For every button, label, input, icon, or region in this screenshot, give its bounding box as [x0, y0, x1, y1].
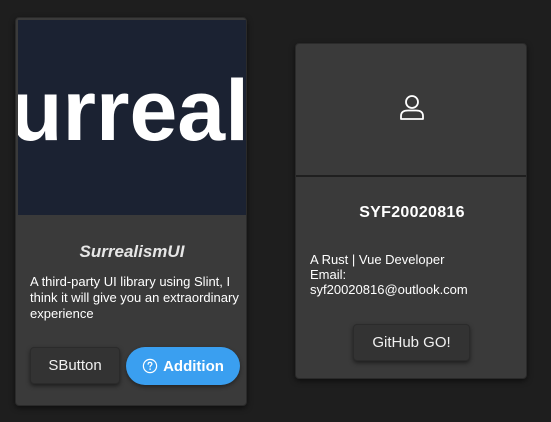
- help-circle-icon: [142, 358, 158, 374]
- profile-bio: A Rust | Vue Developer Email: syf2002081…: [310, 252, 520, 297]
- product-card: urreali SurrealismUI A third-party UI li…: [15, 17, 247, 406]
- banner-logo-text: urreali: [18, 68, 246, 154]
- addition-label: Addition: [163, 357, 224, 375]
- user-icon: [397, 92, 427, 127]
- avatar: [296, 44, 526, 175]
- banner-image: urreali: [18, 20, 246, 215]
- avatar-divider: [296, 175, 526, 177]
- username: SYF20020816: [359, 204, 465, 221]
- github-button-label: GitHub GO!: [372, 334, 451, 351]
- sbutton-label: SButton: [48, 357, 102, 374]
- app-canvas: urreali SurrealismUI A third-party UI li…: [0, 0, 551, 422]
- profile-card: SYF20020816 A Rust | Vue Developer Email…: [295, 43, 527, 379]
- card-description: A third-party UI library using Slint, I …: [30, 274, 239, 321]
- bio-email-value: syf20020816@outlook.com: [310, 282, 468, 297]
- bio-role: A Rust | Vue Developer: [310, 252, 445, 267]
- bio-email-label: Email:: [310, 267, 347, 282]
- banner-text-main: urreal: [18, 63, 246, 159]
- card-title: SurrealismUI: [79, 242, 185, 261]
- sbutton-button[interactable]: SButton: [30, 347, 120, 384]
- github-go-button[interactable]: GitHub GO!: [353, 324, 470, 361]
- addition-button[interactable]: Addition: [126, 347, 240, 385]
